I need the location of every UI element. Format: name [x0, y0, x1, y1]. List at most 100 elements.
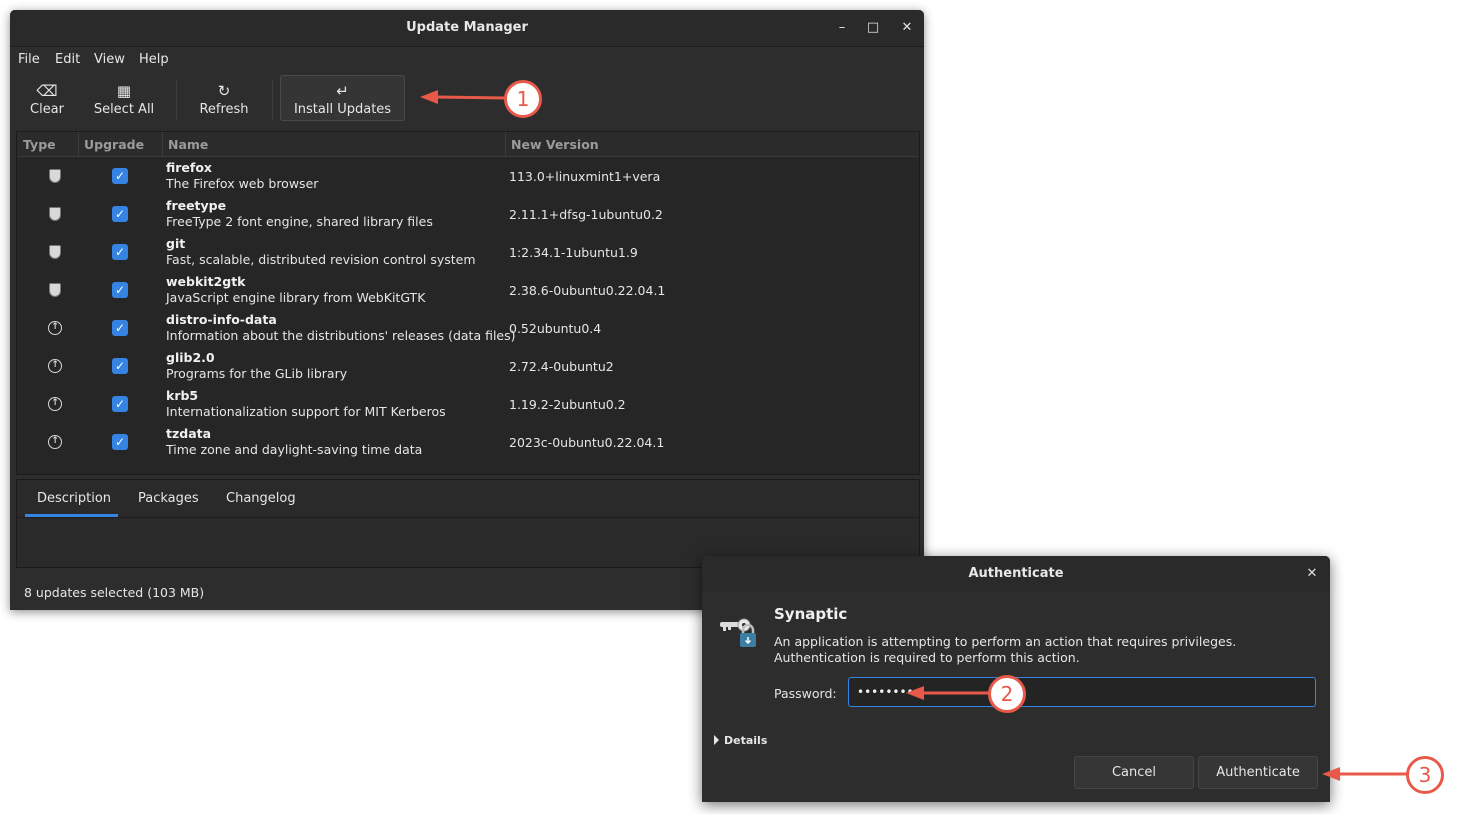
column-name[interactable]: Name	[168, 137, 208, 152]
auth-message: An application is attempting to perform …	[774, 634, 1237, 665]
toolbar-separator	[272, 80, 273, 120]
status-bar-text: 8 updates selected (103 MB)	[24, 585, 205, 600]
package-name: firefox	[166, 160, 212, 175]
package-name: krb5	[166, 388, 199, 403]
key-lock-icon	[720, 618, 756, 647]
package-version: 0.52ubuntu0.4	[509, 321, 602, 336]
upgrade-checkbox[interactable]: ✓	[112, 396, 128, 412]
password-label: Password:	[774, 686, 837, 701]
dialog-title: Authenticate	[968, 566, 1064, 581]
close-icon[interactable]: ✕	[1302, 564, 1322, 584]
package-description: Information about the distributions' rel…	[166, 328, 516, 343]
refresh-button[interactable]: ↻ Refresh	[196, 76, 252, 122]
package-version: 2.11.1+dfsg-1ubuntu0.2	[509, 207, 663, 222]
upgrade-checkbox[interactable]: ✓	[112, 168, 128, 184]
active-tab-indicator	[25, 514, 118, 517]
package-name: glib2.0	[166, 350, 215, 365]
install-updates-label: Install Updates	[293, 102, 392, 117]
package-description: Fast, scalable, distributed revision con…	[166, 252, 476, 267]
select-all-button[interactable]: ▦ Select All	[92, 76, 156, 122]
package-description: FreeType 2 font engine, shared library f…	[166, 214, 433, 229]
shield-icon	[47, 244, 63, 260]
package-name: freetype	[166, 198, 227, 213]
package-description: Internationalization support for MIT Ker…	[166, 404, 446, 419]
details-label: Details	[724, 734, 768, 747]
tab-changelog[interactable]: Changelog	[226, 491, 296, 506]
refresh-icon: ↻	[217, 82, 231, 100]
password-field[interactable]: ••••••••	[848, 677, 1316, 707]
package-description: The Firefox web browser	[166, 176, 319, 191]
column-new-version[interactable]: New Version	[511, 137, 599, 152]
column-type[interactable]: Type	[23, 137, 56, 152]
package-name: distro-info-data	[166, 312, 277, 327]
return-icon: ↵	[336, 82, 349, 100]
upgrade-checkbox[interactable]: ✓	[112, 320, 128, 336]
expander-arrow-icon	[714, 735, 719, 745]
tab-description[interactable]: Description	[37, 491, 111, 506]
column-divider	[78, 132, 79, 156]
shield-icon	[47, 206, 63, 222]
column-divider	[162, 132, 163, 156]
list-header: Type Upgrade Name New Version	[17, 132, 919, 157]
cancel-button[interactable]: Cancel	[1074, 756, 1194, 789]
title-bar: Update Manager – □ ✕	[10, 10, 924, 46]
application-name: Synaptic	[774, 605, 848, 623]
table-row[interactable]: ✓ freetype FreeType 2 font engine, shared …	[17, 195, 919, 233]
column-upgrade[interactable]: Upgrade	[84, 137, 144, 152]
upgrade-checkbox[interactable]: ✓	[112, 282, 128, 298]
upgrade-arrow-icon: ↑	[47, 320, 63, 336]
toolbar: ⌫ Clear ▦ Select All ↻ Refresh ↵ Install…	[10, 72, 924, 130]
upgrade-arrow-icon: ↑	[47, 358, 63, 374]
package-name: webkit2gtk	[166, 274, 246, 289]
table-row[interactable]: ✓ git Fast, scalable, distributed revision…	[17, 233, 919, 271]
menu-file[interactable]: File	[18, 52, 40, 67]
menu-view[interactable]: View	[94, 52, 125, 67]
update-manager-window: Update Manager – □ ✕ File Edit View Help…	[10, 10, 924, 610]
upgrade-checkbox[interactable]: ✓	[112, 244, 128, 260]
toolbar-separator	[176, 80, 177, 120]
maximize-icon[interactable]: □	[863, 18, 883, 38]
menu-help[interactable]: Help	[139, 52, 169, 67]
install-updates-inner: ↵ Install Updates	[281, 76, 404, 122]
package-name: git	[166, 236, 186, 251]
close-icon[interactable]: ✕	[897, 18, 917, 38]
package-version: 2023c-0ubuntu0.22.04.1	[509, 435, 665, 450]
table-row[interactable]: ✓ firefox The Firefox web browser 113.0+lin…	[17, 157, 919, 195]
package-version: 1:2.34.1-1ubuntu1.9	[509, 245, 638, 260]
upgrade-arrow-icon: ↑	[47, 396, 63, 412]
package-description: Programs for the GLib library	[166, 366, 348, 381]
dialog-title-bar: Authenticate ✕	[702, 556, 1330, 592]
clear-label: Clear	[30, 102, 64, 117]
package-description: JavaScript engine library from WebKitGTK	[166, 290, 426, 305]
shield-icon	[47, 282, 63, 298]
install-updates-button[interactable]: ↵ Install Updates	[280, 75, 405, 121]
clear-button[interactable]: ⌫ Clear	[22, 76, 72, 122]
package-version: 113.0+linuxmint1+vera	[509, 169, 661, 184]
package-version: 1.19.2-2ubuntu0.2	[509, 397, 626, 412]
upgrade-checkbox[interactable]: ✓	[112, 358, 128, 374]
table-row[interactable]: ↑ ✓ tzdata Time zone and daylight-saving ti…	[17, 423, 919, 461]
select-all-icon: ▦	[116, 82, 132, 100]
select-all-label: Select All	[93, 102, 155, 117]
package-version: 2.38.6-0ubuntu0.22.04.1	[509, 283, 666, 298]
updates-list: Type Upgrade Name New Version ✓ firefox Th…	[16, 131, 920, 475]
menu-edit[interactable]: Edit	[55, 52, 80, 67]
upgrade-arrow-icon: ↑	[47, 434, 63, 450]
table-row[interactable]: ↑ ✓ distro-info-data Information about the …	[17, 309, 919, 347]
shield-icon	[47, 168, 63, 184]
menu-bar: File Edit View Help	[10, 46, 924, 73]
table-row[interactable]: ↑ ✓ krb5 Internationalization support for M…	[17, 385, 919, 423]
annotation-marker-2: 2	[988, 675, 1026, 713]
table-row[interactable]: ↑ ✓ glib2.0 Programs for the GLib library 2.…	[17, 347, 919, 385]
details-notebook: Description Packages Changelog	[16, 479, 920, 568]
upgrade-checkbox[interactable]: ✓	[112, 434, 128, 450]
details-expander[interactable]: Details	[714, 734, 767, 747]
authenticate-button[interactable]: Authenticate	[1198, 756, 1318, 789]
table-row[interactable]: ✓ webkit2gtk JavaScript engine library fro…	[17, 271, 919, 309]
package-description: Time zone and daylight-saving time data	[166, 442, 423, 457]
backspace-icon: ⌫	[36, 82, 58, 100]
column-divider	[505, 132, 506, 156]
tab-packages[interactable]: Packages	[138, 491, 199, 506]
upgrade-checkbox[interactable]: ✓	[112, 206, 128, 222]
minimize-icon[interactable]: –	[832, 18, 852, 38]
